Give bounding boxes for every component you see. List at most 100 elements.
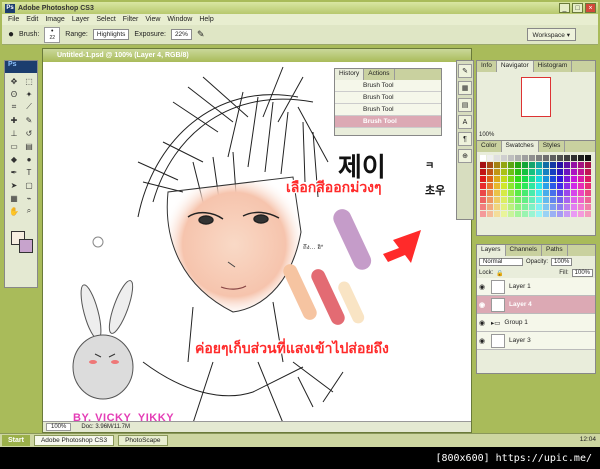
tab-channels[interactable]: Channels: [505, 245, 542, 256]
swatch-cell[interactable]: [480, 190, 486, 196]
tab-styles[interactable]: Styles: [538, 141, 566, 152]
eyedropper-tool-icon[interactable]: ⌁: [22, 192, 36, 204]
swatch-cell[interactable]: [501, 211, 507, 217]
swatch-cell[interactable]: [529, 183, 535, 189]
marquee-tool-icon[interactable]: ⬚: [22, 75, 36, 87]
fill-input[interactable]: 100%: [571, 269, 593, 277]
gradient-tool-icon[interactable]: ▤: [22, 140, 36, 152]
maximize-button[interactable]: □: [572, 3, 583, 13]
swatch-cell[interactable]: [501, 183, 507, 189]
swatch-cell[interactable]: [543, 162, 549, 168]
brush-picker[interactable]: • 22: [44, 26, 61, 43]
swatch-cell[interactable]: [550, 155, 556, 161]
zoom-field[interactable]: 100%: [46, 423, 72, 431]
swatch-cell[interactable]: [571, 190, 577, 196]
swatch-cell[interactable]: [529, 162, 535, 168]
zoom-tool-icon[interactable]: ⌕: [22, 205, 36, 217]
swatch-cell[interactable]: [480, 183, 486, 189]
swatch-cell[interactable]: [515, 197, 521, 203]
magic-wand-icon[interactable]: ✦: [22, 88, 36, 100]
menu-layer[interactable]: Layer: [72, 16, 90, 23]
minimize-button[interactable]: _: [559, 3, 570, 13]
swatch-cell[interactable]: [557, 155, 563, 161]
swatch-cell[interactable]: [543, 204, 549, 210]
swatch-cell[interactable]: [578, 162, 584, 168]
layer-row[interactable]: ◉ Layer 3: [477, 332, 595, 350]
swatch-cell[interactable]: [508, 190, 514, 196]
swatch-cell[interactable]: [564, 169, 570, 175]
history-item-selected[interactable]: Brush Tool: [335, 116, 441, 128]
swatch-cell[interactable]: [543, 155, 549, 161]
tab-info[interactable]: Info: [477, 61, 497, 72]
swatch-cell[interactable]: [515, 155, 521, 161]
swatch-cell[interactable]: [522, 211, 528, 217]
swatch-cell[interactable]: [508, 155, 514, 161]
swatch-cell[interactable]: [508, 183, 514, 189]
swatch-cell[interactable]: [557, 190, 563, 196]
swatch-cell[interactable]: [494, 176, 500, 182]
navigator-zoom[interactable]: 100%: [479, 132, 494, 138]
slice-tool-icon[interactable]: ⟋: [22, 101, 36, 113]
swatch-cell[interactable]: [501, 176, 507, 182]
swatch-cell[interactable]: [578, 190, 584, 196]
swatch-cell[interactable]: [494, 169, 500, 175]
swatch-cell[interactable]: [564, 197, 570, 203]
swatch-cell[interactable]: [536, 190, 542, 196]
menu-help[interactable]: Help: [199, 16, 213, 23]
taskbar-item-photoshop[interactable]: Adobe Photoshop CS3: [33, 435, 115, 446]
swatch-cell[interactable]: [578, 155, 584, 161]
layer-comps-icon[interactable]: ▤: [458, 98, 472, 112]
swatch-grid[interactable]: [477, 152, 595, 220]
swatch-cell[interactable]: [536, 162, 542, 168]
swatch-cell[interactable]: [557, 204, 563, 210]
history-item[interactable]: Brush Tool: [335, 104, 441, 116]
swatch-cell[interactable]: [571, 197, 577, 203]
swatch-cell[interactable]: [564, 162, 570, 168]
crop-tool-icon[interactable]: ⌗: [7, 101, 21, 113]
swatch-cell[interactable]: [522, 155, 528, 161]
opacity-input[interactable]: 100%: [551, 258, 573, 266]
workspace-menu[interactable]: Workspace ▾: [526, 28, 576, 41]
swatch-cell[interactable]: [515, 169, 521, 175]
tab-swatches[interactable]: Swatches: [501, 141, 539, 152]
airbrush-icon[interactable]: ✎: [197, 29, 205, 40]
swatch-cell[interactable]: [550, 169, 556, 175]
swatch-cell[interactable]: [585, 176, 591, 182]
swatch-cell[interactable]: [571, 162, 577, 168]
swatch-cell[interactable]: [543, 211, 549, 217]
history-item[interactable]: Brush Tool: [335, 80, 441, 92]
swatch-cell[interactable]: [522, 162, 528, 168]
swatch-cell[interactable]: [487, 204, 493, 210]
swatch-cell[interactable]: [529, 155, 535, 161]
swatch-cell[interactable]: [536, 169, 542, 175]
swatch-cell[interactable]: [550, 204, 556, 210]
swatch-cell[interactable]: [571, 155, 577, 161]
swatch-cell[interactable]: [578, 183, 584, 189]
start-button[interactable]: Start: [2, 435, 30, 446]
swatch-cell[interactable]: [494, 211, 500, 217]
lock-icon[interactable]: 🔒: [496, 270, 503, 277]
swatch-cell[interactable]: [494, 162, 500, 168]
clone-source-icon[interactable]: ⊕: [458, 149, 472, 163]
path-select-icon[interactable]: ➤: [7, 179, 21, 191]
swatch-cell[interactable]: [536, 211, 542, 217]
swatch-cell[interactable]: [515, 176, 521, 182]
tab-paths[interactable]: Paths: [541, 245, 568, 256]
swatch-cell[interactable]: [578, 211, 584, 217]
stamp-tool-icon[interactable]: ⊥: [7, 127, 21, 139]
swatch-cell[interactable]: [585, 162, 591, 168]
swatch-cell[interactable]: [529, 211, 535, 217]
swatch-cell[interactable]: [564, 190, 570, 196]
blend-mode-select[interactable]: Normal: [479, 258, 523, 266]
visibility-eye-icon[interactable]: ◉: [477, 319, 487, 327]
swatch-cell[interactable]: [515, 183, 521, 189]
swatch-cell[interactable]: [515, 204, 521, 210]
swatch-cell[interactable]: [585, 211, 591, 217]
tab-actions[interactable]: Actions: [364, 69, 395, 80]
exposure-input[interactable]: 22%: [170, 29, 192, 40]
menu-image[interactable]: Image: [45, 16, 64, 23]
swatch-cell[interactable]: [487, 176, 493, 182]
swatch-cell[interactable]: [480, 204, 486, 210]
swatch-cell[interactable]: [571, 183, 577, 189]
swatch-cell[interactable]: [536, 197, 542, 203]
